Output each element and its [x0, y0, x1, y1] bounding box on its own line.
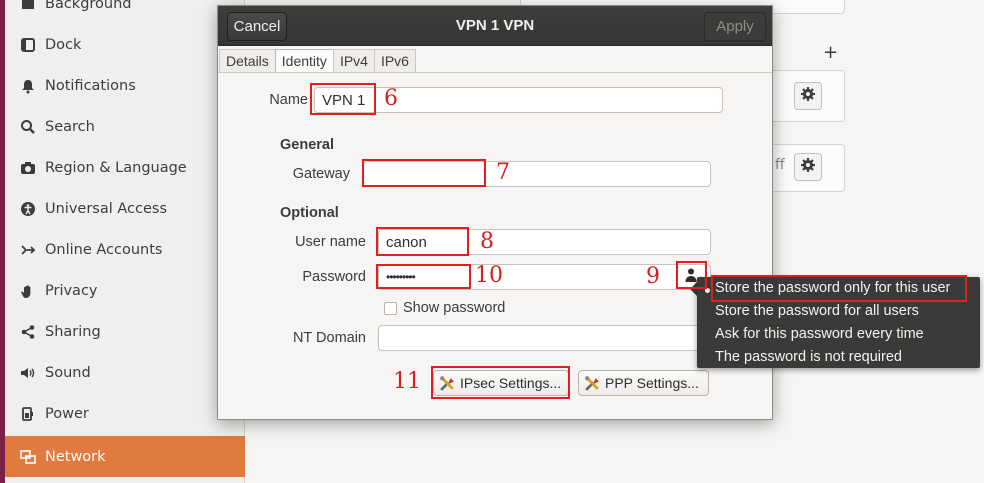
add-connection-icon[interactable]: +: [823, 42, 838, 63]
background-icon: [16, 0, 40, 12]
sidebar-item-privacy[interactable]: Privacy: [5, 270, 245, 311]
nt-domain-field[interactable]: [378, 325, 711, 351]
vpn-dialog: Cancel VPN 1 VPN Apply Details Identity …: [217, 5, 773, 420]
annotation-box-name: [310, 83, 376, 115]
annotation-box-gateway: [362, 159, 486, 187]
sidebar-item-label: Search: [45, 118, 95, 135]
annotation-number-10: 10: [475, 263, 503, 288]
off-status-fragment: ff: [775, 157, 785, 173]
gateway-label: Gateway: [292, 166, 350, 182]
bell-icon: [16, 78, 40, 94]
general-heading: General: [280, 137, 334, 153]
vpn-gear-button[interactable]: [794, 82, 822, 110]
sidebar-item-background[interactable]: Background: [5, 0, 245, 24]
sidebar-item-label: Notifications: [45, 77, 136, 94]
proxy-gear-button[interactable]: [794, 153, 822, 181]
sidebar-item-power[interactable]: Power: [5, 393, 245, 434]
annotation-number-8: 8: [480, 229, 494, 254]
sidebar-item-label: Universal Access: [45, 200, 168, 217]
camera-icon: [16, 160, 40, 176]
sidebar-item-label: Sound: [45, 364, 91, 381]
password-label: Password: [302, 269, 366, 285]
dialog-headerbar: Cancel VPN 1 VPN Apply: [218, 6, 772, 46]
name-label: Name: [269, 92, 308, 108]
dock-icon: [16, 37, 40, 53]
tab-ipv6[interactable]: IPv6: [373, 49, 416, 72]
sidebar-item-universal-access[interactable]: Universal Access: [5, 188, 245, 229]
nt-domain-label: NT Domain: [292, 330, 366, 346]
checkbox-box[interactable]: [384, 301, 397, 315]
annotation-box-store-option: [711, 275, 967, 302]
network-icon: [16, 449, 40, 465]
tab-divider: [218, 72, 772, 73]
sidebar-item-label: Privacy: [45, 282, 98, 299]
sidebar-item-label: Region & Language: [45, 159, 187, 176]
tools-icon: [584, 375, 601, 392]
sidebar-item-label: Network: [45, 448, 106, 465]
sidebar-item-notifications[interactable]: Notifications: [5, 65, 245, 106]
sidebar-item-label: Dock: [45, 36, 82, 53]
username-label: User name: [295, 234, 366, 250]
sidebar-item-label: Sharing: [45, 323, 101, 340]
power-icon: [16, 406, 40, 422]
apply-button[interactable]: Apply: [704, 12, 766, 41]
sidebar-item-dock[interactable]: Dock: [5, 24, 245, 65]
sidebar-item-sharing[interactable]: Sharing: [5, 311, 245, 352]
ppp-settings-button[interactable]: PPP Settings...: [578, 370, 709, 396]
annotation-box-username: [376, 227, 469, 256]
sidebar-item-label: Background: [45, 0, 132, 12]
speaker-icon: [16, 365, 40, 381]
sidebar-item-sound[interactable]: Sound: [5, 352, 245, 393]
optional-heading: Optional: [280, 205, 339, 221]
accessibility-icon: [16, 201, 40, 217]
hand-icon: [16, 283, 40, 299]
sidebar-item-search[interactable]: Search: [5, 106, 245, 147]
dialog-title: VPN 1 VPN: [455, 17, 535, 34]
annotation-number-9: 9: [646, 264, 660, 289]
annotation-box-storage-button: [676, 261, 707, 289]
share-icon: [16, 242, 40, 258]
sidebar-item-label: Online Accounts: [45, 241, 163, 258]
tab-identity[interactable]: Identity: [274, 49, 334, 72]
tab-ipv4[interactable]: IPv4: [332, 49, 375, 72]
annotation-number-6: 6: [384, 86, 398, 111]
tab-details[interactable]: Details: [219, 49, 276, 72]
annotation-box-password: [376, 264, 471, 289]
menu-item-not-required[interactable]: The password is not required: [715, 349, 902, 365]
annotation-number-7: 7: [496, 160, 510, 185]
sidebar-item-network[interactable]: Network: [5, 436, 245, 477]
show-password-checkbox[interactable]: Show password: [384, 300, 505, 316]
ppp-settings-label: PPP Settings...: [605, 375, 699, 391]
show-password-label: Show password: [403, 300, 506, 316]
annotation-box-ipsec: [431, 366, 570, 399]
gear-icon: [800, 86, 816, 106]
gear-icon: [800, 157, 816, 177]
sharing-icon: [16, 324, 40, 340]
sidebar-item-region-language[interactable]: Region & Language: [5, 147, 245, 188]
settings-sidebar: Background Dock Notifications Search Reg: [0, 0, 245, 483]
menu-item-store-all-users[interactable]: Store the password for all users: [715, 303, 919, 319]
search-icon: [16, 119, 40, 135]
sidebar-item-label: Power: [45, 405, 89, 422]
dialog-tabs: Details Identity IPv4 IPv6: [219, 49, 416, 72]
sidebar-item-online-accounts[interactable]: Online Accounts: [5, 229, 245, 270]
annotation-number-11: 11: [393, 369, 421, 394]
menu-item-ask-every-time[interactable]: Ask for this password every time: [715, 326, 924, 342]
